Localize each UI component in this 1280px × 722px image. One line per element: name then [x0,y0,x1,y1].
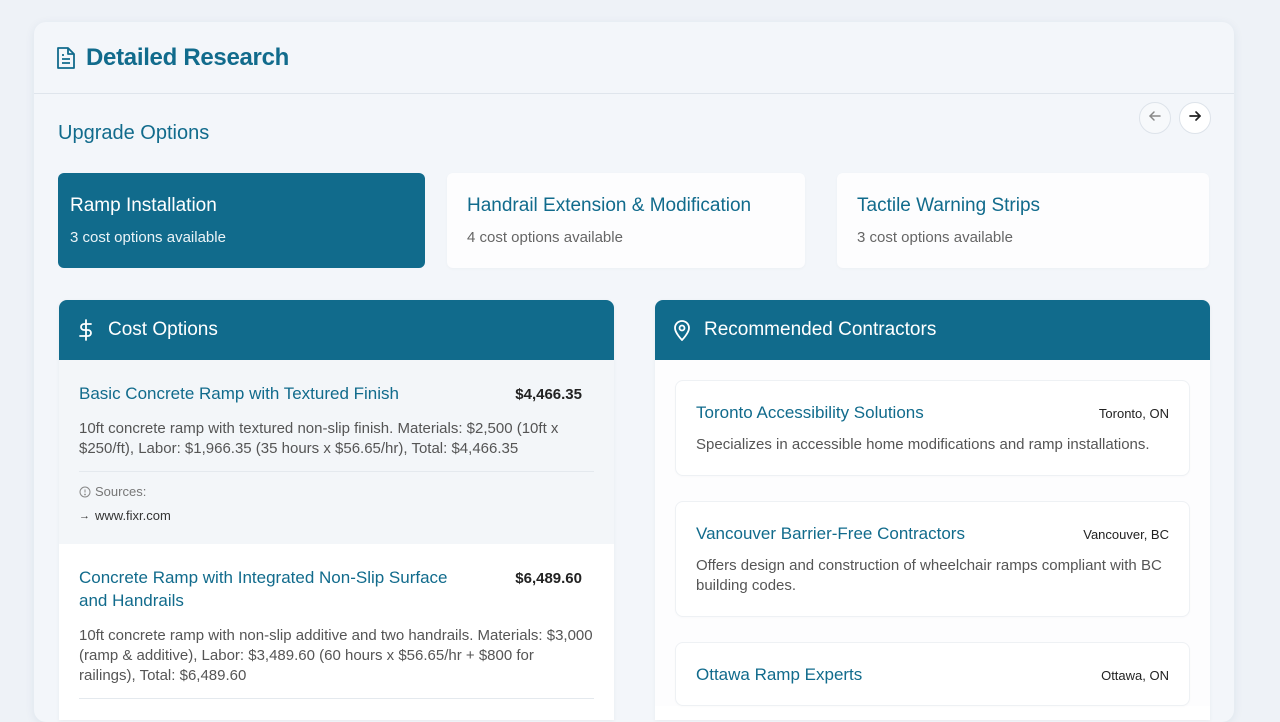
source-link[interactable]: → www.fixr.com [79,508,594,523]
contractor-card[interactable]: Ottawa Ramp Experts Ottawa, ON [675,642,1190,706]
sources-label: Sources: [79,484,594,499]
cost-item-price: $4,466.35 [515,386,582,403]
option-title: Ramp Installation [70,195,217,216]
cost-item-description: 10ft concrete ramp with non-slip additiv… [79,626,594,699]
contractor-name: Ottawa Ramp Experts [696,665,863,684]
cost-item-title: Basic Concrete Ramp with Textured Finish [79,384,399,403]
option-card-tactile-strips[interactable]: Tactile Warning Strips 3 cost options av… [837,173,1209,268]
cost-item-title: Concrete Ramp with Integrated Non-Slip S… [79,568,448,610]
option-title: Handrail Extension & Modification [467,195,752,216]
research-panel: Detailed Research Upgrade Options Ramp I… [34,22,1234,722]
option-subtitle: 3 cost options available [857,229,1013,246]
cost-options-title: Cost Options [108,319,218,340]
contractors-title: Recommended Contractors [704,319,937,340]
contractor-location: Toronto, ON [1098,405,1169,421]
arrow-right-icon: → [79,509,90,522]
document-icon [56,46,76,70]
page-title: Detailed Research [86,43,290,71]
contractor-card[interactable]: Toronto Accessibility Solutions Toronto,… [675,380,1190,476]
contractor-name: Vancouver Barrier-Free Contractors [696,524,965,543]
contractor-description: Specializes in accessible home modificat… [696,436,1150,453]
contractor-location: Ottawa, ON [1101,667,1169,683]
source-url[interactable]: www.fixr.com [95,508,171,523]
contractors-header: Recommended Contractors [655,300,1210,360]
contractor-name: Toronto Accessibility Solutions [696,403,924,422]
dollar-icon [77,319,95,341]
contractors-list: Toronto Accessibility Solutions Toronto,… [655,360,1210,706]
cost-item-price: $6,489.60 [515,570,582,587]
location-pin-icon [673,319,691,341]
contractors-box: Recommended Contractors Toronto Accessib… [655,300,1210,720]
cost-item[interactable]: Basic Concrete Ramp with Textured Finish… [59,360,614,544]
contractor-location: Vancouver, BC [1083,526,1169,542]
cost-item-description: 10ft concrete ramp with textured non-sli… [79,419,594,472]
arrow-left-icon [1148,109,1162,128]
option-subtitle: 4 cost options available [467,229,623,246]
next-button[interactable] [1179,102,1211,134]
option-title: Tactile Warning Strips [857,195,1041,216]
section-title: Upgrade Options [58,122,210,144]
sources-text: Sources: [95,484,147,499]
panel-header: Detailed Research [34,22,1234,94]
arrow-right-icon [1188,109,1202,128]
contractor-description: Offers design and construction of wheelc… [696,557,1162,594]
cost-options-header: Cost Options [59,300,614,360]
option-subtitle: 3 cost options available [70,229,226,246]
prev-button[interactable] [1139,102,1171,134]
cost-item[interactable]: Concrete Ramp with Integrated Non-Slip S… [59,544,614,699]
cost-options-box: Cost Options Basic Concrete Ramp with Te… [59,300,614,720]
info-icon [79,486,91,498]
option-card-ramp-installation[interactable]: Ramp Installation 3 cost options availab… [58,173,425,268]
contractor-card[interactable]: Vancouver Barrier-Free Contractors Vanco… [675,501,1190,617]
option-card-handrail[interactable]: Handrail Extension & Modification 4 cost… [447,173,805,268]
